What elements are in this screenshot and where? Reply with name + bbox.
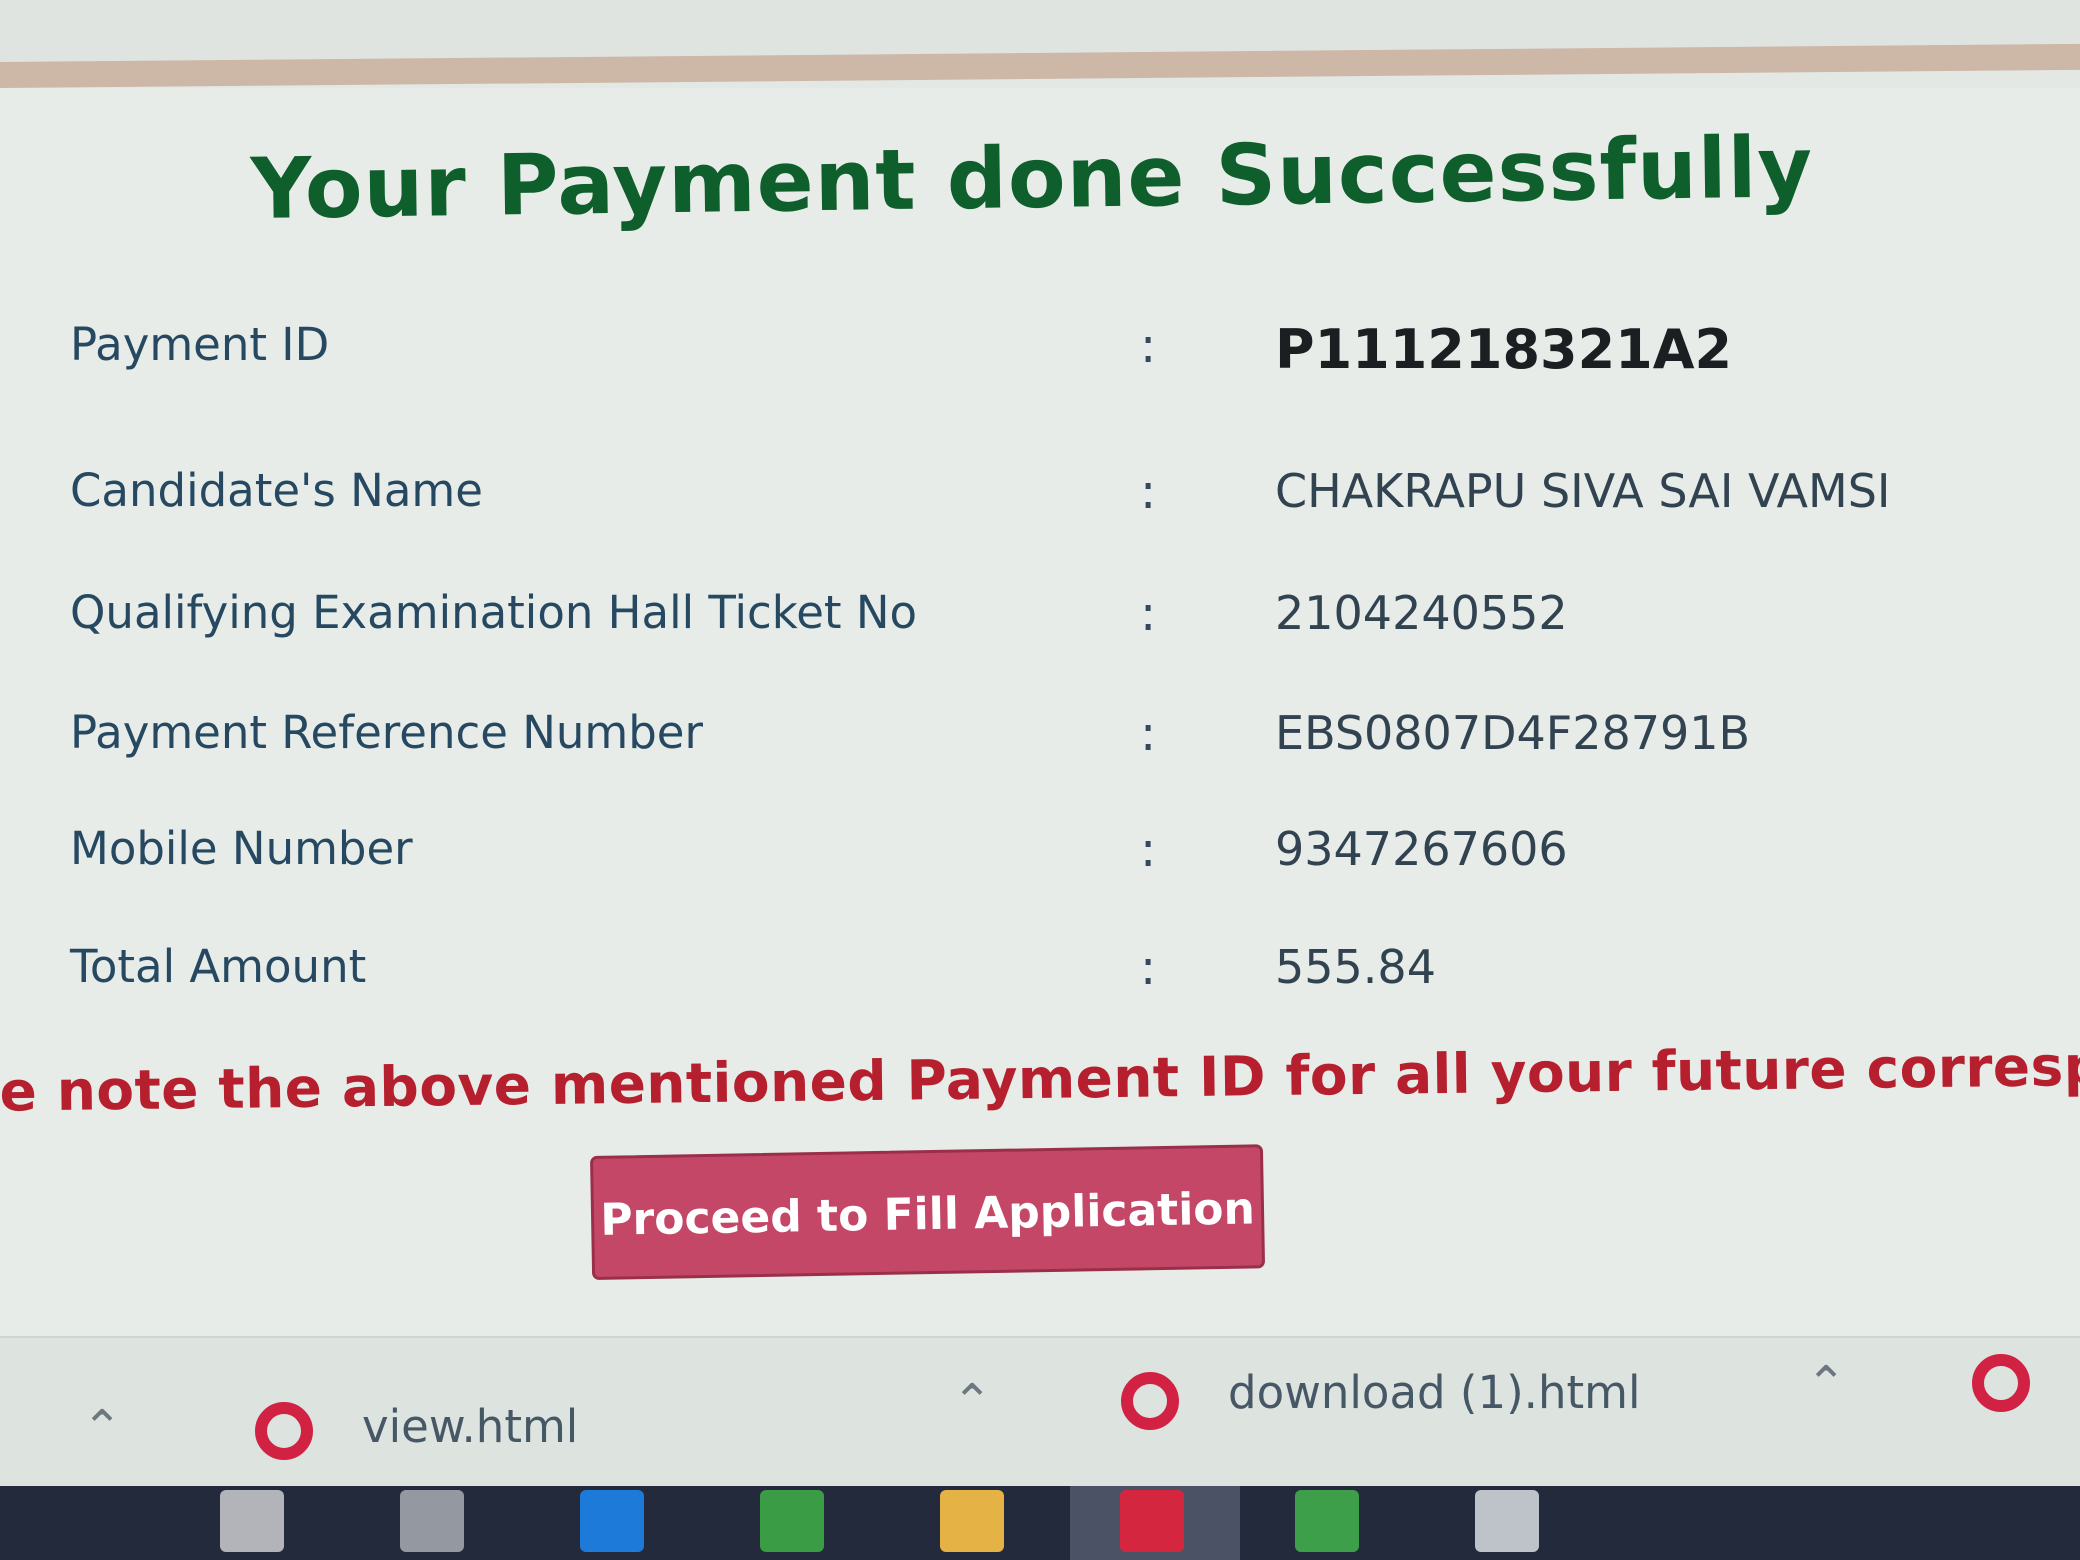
candidate-name-colon: : [1140, 464, 1157, 520]
opera-icon [255, 1402, 313, 1460]
payment-details: Payment ID : P111218321A2 Candidate's Na… [70, 318, 2030, 1038]
opera-icon [1121, 1372, 1179, 1430]
mobile-number-row: Mobile Number : 9347267606 [70, 822, 2030, 908]
taskbar-edge-icon[interactable] [580, 1490, 644, 1552]
chevron-up-icon[interactable]: ⌃ [952, 1378, 992, 1426]
taskbar-app-icon[interactable] [220, 1490, 284, 1552]
candidate-name-row: Candidate's Name : CHAKRAPU SIVA SAI VAM… [70, 464, 2030, 550]
payment-id-row: Payment ID : P111218321A2 [70, 318, 2030, 404]
mobile-number-label: Mobile Number [70, 822, 413, 875]
hall-ticket-row: Qualifying Examination Hall Ticket No : … [70, 586, 2030, 672]
proceed-to-fill-application-button[interactable]: Proceed to Fill Application [590, 1144, 1266, 1280]
taskbar-app-icon[interactable] [1475, 1490, 1539, 1552]
mobile-number-value: 9347267606 [1275, 822, 1568, 876]
total-amount-value: 555.84 [1275, 940, 1436, 994]
download-item-view[interactable]: view.html [362, 1400, 578, 1453]
download-item-download-1[interactable]: download (1).html [1228, 1366, 1640, 1419]
taskbar-file-icon[interactable] [400, 1490, 464, 1552]
payment-reference-colon: : [1140, 706, 1157, 762]
downloads-bar: ⌃ view.html ⌃ download (1).html ⌃ [0, 1336, 2080, 1488]
taskbar-chrome-icon[interactable] [1295, 1490, 1359, 1552]
mobile-number-colon: : [1140, 822, 1157, 878]
taskbar-chrome-icon[interactable] [760, 1490, 824, 1552]
browser-screen: Your Payment done Successfully Payment I… [0, 0, 2080, 1560]
payment-reference-row: Payment Reference Number : EBS0807D4F287… [70, 706, 2030, 792]
payment-reference-label: Payment Reference Number [70, 706, 703, 759]
candidate-name-label: Candidate's Name [70, 464, 483, 517]
candidate-name-value: CHAKRAPU SIVA SAI VAMSI [1275, 464, 1891, 518]
total-amount-label: Total Amount [70, 940, 367, 993]
total-amount-colon: : [1140, 940, 1157, 996]
payment-id-label: Payment ID [70, 318, 330, 371]
total-amount-row: Total Amount : 555.84 [70, 940, 2030, 1026]
taskbar-folder-icon[interactable] [940, 1490, 1004, 1552]
taskbar [0, 1486, 2080, 1560]
opera-icon [1972, 1354, 2030, 1412]
payment-id-value: P111218321A2 [1275, 318, 1733, 381]
hall-ticket-colon: : [1140, 586, 1157, 642]
chevron-up-icon[interactable]: ⌃ [82, 1404, 122, 1452]
payment-id-colon: : [1140, 318, 1157, 374]
taskbar-opera-icon[interactable] [1120, 1490, 1184, 1552]
hall-ticket-label: Qualifying Examination Hall Ticket No [70, 586, 918, 639]
payment-reference-value: EBS0807D4F28791B [1275, 706, 1751, 760]
hall-ticket-value: 2104240552 [1275, 586, 1568, 640]
chevron-up-icon[interactable]: ⌃ [1806, 1360, 1846, 1408]
